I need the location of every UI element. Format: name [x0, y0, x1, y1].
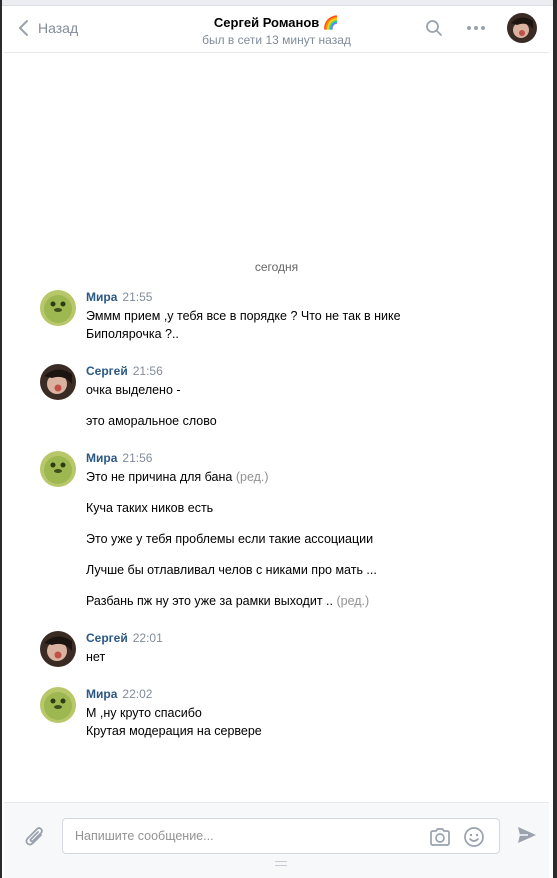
message-author[interactable]: Мира — [86, 451, 117, 465]
message-text[interactable]: Куча таких ников есть — [86, 499, 529, 517]
message-time[interactable]: 21:55 — [122, 290, 152, 304]
chat-header: Назад Сергей Романов 🌈 был в сети 13 мин… — [4, 6, 549, 53]
chat-window: Назад Сергей Романов 🌈 был в сети 13 мин… — [0, 0, 557, 878]
edited-mark[interactable]: (ред.) — [236, 470, 269, 484]
message-body: Мира 21:56 Это не причина для бана (ред.)… — [86, 451, 529, 610]
camera-icon[interactable] — [429, 827, 451, 852]
avatar-mira[interactable] — [40, 290, 76, 326]
avatar-mira[interactable] — [40, 451, 76, 487]
message-time[interactable]: 22:02 — [122, 687, 152, 701]
message-body: Мира 22:02 М ,ну круто спасибо Крутая мод… — [86, 687, 529, 740]
message-body: Сергей 22:01 нет — [86, 631, 529, 666]
message-input-box[interactable] — [62, 818, 500, 854]
smile-icon[interactable] — [463, 826, 485, 853]
message-author[interactable]: Сергей — [86, 364, 128, 378]
date-separator: сегодня — [254, 260, 299, 274]
message-text[interactable]: Биполярочка ?.. — [86, 325, 529, 343]
paperclip-icon[interactable] — [24, 825, 46, 854]
message-text[interactable]: нет — [86, 648, 529, 666]
message-input[interactable] — [75, 827, 405, 845]
message-text[interactable]: Это не причина для бана (ред.) — [86, 468, 529, 486]
message-composer — [4, 802, 549, 878]
edited-mark[interactable]: (ред.) — [336, 594, 369, 608]
message-author[interactable]: Сергей — [86, 631, 128, 645]
header-actions — [423, 13, 537, 43]
avatar-sergey[interactable] — [40, 631, 76, 667]
message-text[interactable]: Это уже у тебя проблемы если такие ассоц… — [86, 530, 529, 548]
message-time[interactable]: 21:56 — [133, 364, 163, 378]
contact-avatar[interactable] — [507, 13, 537, 43]
avatar-mira[interactable] — [40, 687, 76, 723]
message-text[interactable]: Разбань пж ну это уже за рамки выходит .… — [86, 592, 529, 610]
message-text[interactable]: Крутая модерация на сервере — [86, 722, 529, 740]
message-author[interactable]: Мира — [86, 687, 117, 701]
message-time[interactable]: 22:01 — [133, 631, 163, 645]
message-history[interactable]: сегодня Мира 21:55 Эммм прием ,у тебя все… — [4, 54, 549, 802]
more-icon[interactable] — [465, 17, 487, 39]
avatar-sergey[interactable] — [40, 364, 76, 400]
resize-grip[interactable] — [275, 861, 287, 866]
message-author[interactable]: Мира — [86, 290, 117, 304]
message-text[interactable]: очка выделено - — [86, 381, 529, 399]
search-icon[interactable] — [423, 17, 445, 39]
message-text[interactable]: Эммм прием ,у тебя все в порядке ? Что н… — [86, 307, 529, 325]
message-body: Сергей 21:56 очка выделено - это аморальн… — [86, 364, 529, 430]
message-text[interactable]: это аморальное слово — [86, 412, 529, 430]
message-time[interactable]: 21:56 — [122, 451, 152, 465]
message-text[interactable]: Лучше бы отлавливал челов с никами про м… — [86, 561, 529, 579]
message-text[interactable]: М ,ну круто спасибо — [86, 704, 529, 722]
message-body: Мира 21:55 Эммм прием ,у тебя все в поряд… — [86, 290, 529, 343]
send-icon[interactable] — [516, 825, 538, 850]
